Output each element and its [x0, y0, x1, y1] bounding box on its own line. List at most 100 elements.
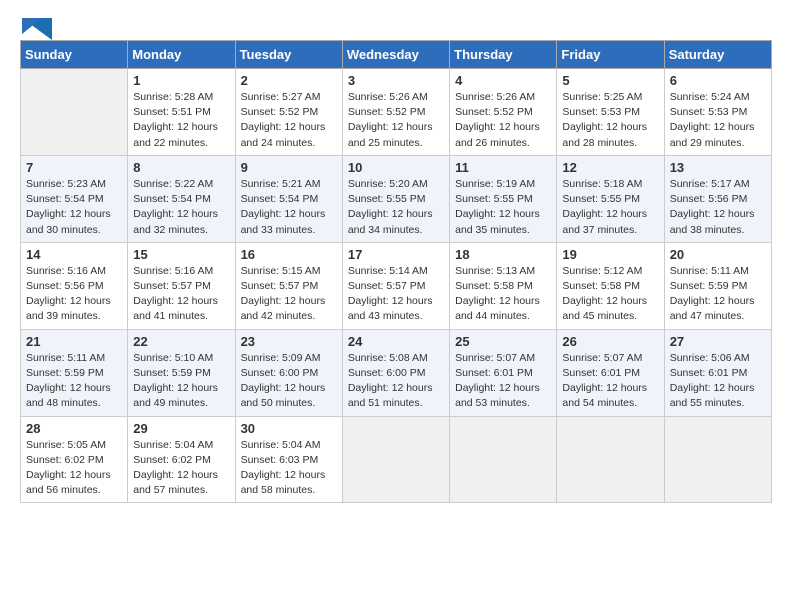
day-info: Sunrise: 5:11 AMSunset: 5:59 PMDaylight:…: [670, 264, 766, 325]
day-info: Sunrise: 5:24 AMSunset: 5:53 PMDaylight:…: [670, 90, 766, 151]
calendar-cell: 3 Sunrise: 5:26 AMSunset: 5:52 PMDaylight…: [342, 69, 449, 156]
calendar-cell: 22 Sunrise: 5:10 AMSunset: 5:59 PMDayligh…: [128, 329, 235, 416]
weekday-header: Monday: [128, 41, 235, 69]
day-number: 21: [26, 334, 122, 349]
day-info: Sunrise: 5:21 AMSunset: 5:54 PMDaylight:…: [241, 177, 337, 238]
calendar-cell: 30 Sunrise: 5:04 AMSunset: 6:03 PMDayligh…: [235, 416, 342, 503]
calendar-week-row: 21 Sunrise: 5:11 AMSunset: 5:59 PMDayligh…: [21, 329, 772, 416]
day-number: 4: [455, 73, 551, 88]
day-number: 30: [241, 421, 337, 436]
calendar-cell: 6Sunrise: 5:24 AMSunset: 5:53 PMDaylight…: [664, 69, 771, 156]
calendar-cell: 8Sunrise: 5:22 AMSunset: 5:54 PMDaylight…: [128, 155, 235, 242]
calendar-cell: [664, 416, 771, 503]
weekday-header: Thursday: [450, 41, 557, 69]
logo: [20, 20, 52, 32]
day-number: 7: [26, 160, 122, 175]
day-info: Sunrise: 5:11 AMSunset: 5:59 PMDaylight:…: [26, 351, 122, 412]
day-number: 15: [133, 247, 229, 262]
day-info: Sunrise: 5:16 AMSunset: 5:57 PMDaylight:…: [133, 264, 229, 325]
day-info: Sunrise: 5:13 AMSunset: 5:58 PMDaylight:…: [455, 264, 551, 325]
calendar-cell: 26 Sunrise: 5:07 AMSunset: 6:01 PMDayligh…: [557, 329, 664, 416]
day-number: 18: [455, 247, 551, 262]
calendar-cell: 24 Sunrise: 5:08 AMSunset: 6:00 PMDayligh…: [342, 329, 449, 416]
day-info: Sunrise: 5:22 AMSunset: 5:54 PMDaylight:…: [133, 177, 229, 238]
calendar-cell: 2 Sunrise: 5:27 AMSunset: 5:52 PMDaylight…: [235, 69, 342, 156]
calendar-cell: 14 Sunrise: 5:16 AMSunset: 5:56 PMDayligh…: [21, 242, 128, 329]
header-row: SundayMondayTuesdayWednesdayThursdayFrid…: [21, 41, 772, 69]
weekday-header: Friday: [557, 41, 664, 69]
calendar-cell: 5Sunrise: 5:25 AMSunset: 5:53 PMDaylight…: [557, 69, 664, 156]
weekday-header: Tuesday: [235, 41, 342, 69]
calendar-cell: 25 Sunrise: 5:07 AMSunset: 6:01 PMDayligh…: [450, 329, 557, 416]
day-info: Sunrise: 5:14 AMSunset: 5:57 PMDaylight:…: [348, 264, 444, 325]
day-info: Sunrise: 5:15 AMSunset: 5:57 PMDaylight:…: [241, 264, 337, 325]
day-info: Sunrise: 5:04 AMSunset: 6:03 PMDaylight:…: [241, 438, 337, 499]
day-number: 2: [241, 73, 337, 88]
day-info: Sunrise: 5:17 AMSunset: 5:56 PMDaylight:…: [670, 177, 766, 238]
calendar-cell: [342, 416, 449, 503]
day-info: Sunrise: 5:08 AMSunset: 6:00 PMDaylight:…: [348, 351, 444, 412]
calendar-cell: 19 Sunrise: 5:12 AMSunset: 5:58 PMDayligh…: [557, 242, 664, 329]
calendar-cell: 11Sunrise: 5:19 AMSunset: 5:55 PMDayligh…: [450, 155, 557, 242]
day-number: 14: [26, 247, 122, 262]
calendar-cell: 9 Sunrise: 5:21 AMSunset: 5:54 PMDaylight…: [235, 155, 342, 242]
calendar-cell: 29Sunrise: 5:04 AMSunset: 6:02 PMDayligh…: [128, 416, 235, 503]
calendar-cell: 18 Sunrise: 5:13 AMSunset: 5:58 PMDayligh…: [450, 242, 557, 329]
day-info: Sunrise: 5:23 AMSunset: 5:54 PMDaylight:…: [26, 177, 122, 238]
day-info: Sunrise: 5:28 AMSunset: 5:51 PMDaylight:…: [133, 90, 229, 151]
day-number: 24: [348, 334, 444, 349]
calendar-cell: 15 Sunrise: 5:16 AMSunset: 5:57 PMDayligh…: [128, 242, 235, 329]
calendar-cell: [557, 416, 664, 503]
day-info: Sunrise: 5:26 AMSunset: 5:52 PMDaylight:…: [348, 90, 444, 151]
day-info: Sunrise: 5:10 AMSunset: 5:59 PMDaylight:…: [133, 351, 229, 412]
page-header: [20, 20, 772, 32]
day-number: 20: [670, 247, 766, 262]
day-number: 28: [26, 421, 122, 436]
calendar-week-row: 28 Sunrise: 5:05 AMSunset: 6:02 PMDayligh…: [21, 416, 772, 503]
day-number: 1: [133, 73, 229, 88]
day-number: 23: [241, 334, 337, 349]
day-number: 27: [670, 334, 766, 349]
calendar-cell: [450, 416, 557, 503]
day-info: Sunrise: 5:16 AMSunset: 5:56 PMDaylight:…: [26, 264, 122, 325]
day-info: Sunrise: 5:09 AMSunset: 6:00 PMDaylight:…: [241, 351, 337, 412]
calendar-week-row: 14 Sunrise: 5:16 AMSunset: 5:56 PMDayligh…: [21, 242, 772, 329]
day-info: Sunrise: 5:06 AMSunset: 6:01 PMDaylight:…: [670, 351, 766, 412]
calendar-cell: 13 Sunrise: 5:17 AMSunset: 5:56 PMDayligh…: [664, 155, 771, 242]
weekday-header: Saturday: [664, 41, 771, 69]
day-info: Sunrise: 5:27 AMSunset: 5:52 PMDaylight:…: [241, 90, 337, 151]
calendar-cell: 12 Sunrise: 5:18 AMSunset: 5:55 PMDayligh…: [557, 155, 664, 242]
calendar-cell: 16 Sunrise: 5:15 AMSunset: 5:57 PMDayligh…: [235, 242, 342, 329]
day-info: Sunrise: 5:04 AMSunset: 6:02 PMDaylight:…: [133, 438, 229, 499]
day-info: Sunrise: 5:20 AMSunset: 5:55 PMDaylight:…: [348, 177, 444, 238]
day-info: Sunrise: 5:12 AMSunset: 5:58 PMDaylight:…: [562, 264, 658, 325]
day-number: 17: [348, 247, 444, 262]
calendar-cell: 4 Sunrise: 5:26 AMSunset: 5:52 PMDaylight…: [450, 69, 557, 156]
day-info: Sunrise: 5:18 AMSunset: 5:55 PMDaylight:…: [562, 177, 658, 238]
logo-icon: [22, 18, 52, 40]
day-info: Sunrise: 5:26 AMSunset: 5:52 PMDaylight:…: [455, 90, 551, 151]
calendar-cell: 23 Sunrise: 5:09 AMSunset: 6:00 PMDayligh…: [235, 329, 342, 416]
calendar-cell: 7 Sunrise: 5:23 AMSunset: 5:54 PMDaylight…: [21, 155, 128, 242]
day-number: 12: [562, 160, 658, 175]
day-number: 16: [241, 247, 337, 262]
day-number: 13: [670, 160, 766, 175]
day-number: 26: [562, 334, 658, 349]
day-number: 22: [133, 334, 229, 349]
calendar-cell: 10Sunrise: 5:20 AMSunset: 5:55 PMDayligh…: [342, 155, 449, 242]
calendar-cell: 27 Sunrise: 5:06 AMSunset: 6:01 PMDayligh…: [664, 329, 771, 416]
day-info: Sunrise: 5:07 AMSunset: 6:01 PMDaylight:…: [562, 351, 658, 412]
day-number: 19: [562, 247, 658, 262]
calendar-cell: 20 Sunrise: 5:11 AMSunset: 5:59 PMDayligh…: [664, 242, 771, 329]
day-info: Sunrise: 5:05 AMSunset: 6:02 PMDaylight:…: [26, 438, 122, 499]
day-number: 3: [348, 73, 444, 88]
day-info: Sunrise: 5:07 AMSunset: 6:01 PMDaylight:…: [455, 351, 551, 412]
calendar-cell: 28 Sunrise: 5:05 AMSunset: 6:02 PMDayligh…: [21, 416, 128, 503]
calendar-cell: 1 Sunrise: 5:28 AMSunset: 5:51 PMDaylight…: [128, 69, 235, 156]
calendar-cell: 21 Sunrise: 5:11 AMSunset: 5:59 PMDayligh…: [21, 329, 128, 416]
day-number: 9: [241, 160, 337, 175]
day-number: 11: [455, 160, 551, 175]
calendar-cell: [21, 69, 128, 156]
day-number: 5: [562, 73, 658, 88]
day-number: 25: [455, 334, 551, 349]
